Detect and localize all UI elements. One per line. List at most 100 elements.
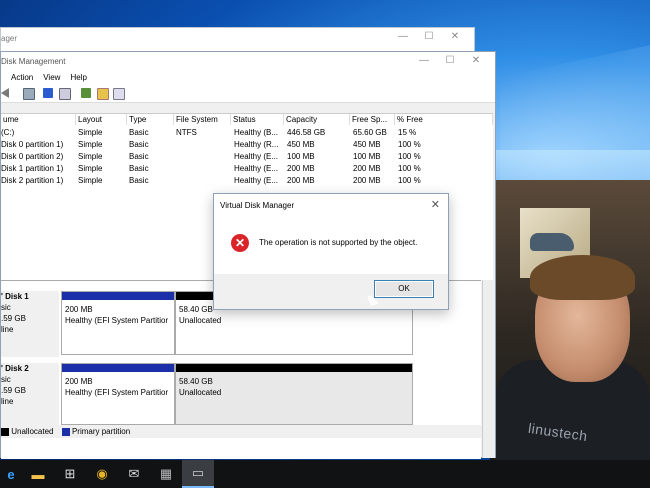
- dialog-message: The operation is not supported by the ob…: [259, 238, 418, 247]
- disk-management-icon[interactable]: ▭: [182, 460, 214, 488]
- maximize-button[interactable]: ☐: [416, 30, 442, 44]
- menu-view[interactable]: View: [43, 73, 60, 82]
- presenter-hair: [530, 255, 635, 300]
- partition-status: Healthy (EFI System Partitior: [65, 388, 169, 397]
- forward-icon[interactable]: [1, 88, 9, 98]
- column-header-volume[interactable]: ume: [1, 114, 76, 125]
- view-icon[interactable]: [59, 88, 71, 100]
- status-cell: Healthy (E...: [234, 164, 279, 173]
- dialog-footer: OK: [214, 274, 448, 309]
- check-icon[interactable]: [97, 88, 109, 100]
- legend-primary: Primary partition: [71, 427, 131, 436]
- partition-unallocated[interactable]: 58.40 GB Unallocated: [175, 363, 413, 425]
- menu-action[interactable]: Action: [11, 73, 33, 82]
- legend: Unallocated Primary partition: [1, 425, 481, 438]
- dialog-title: Virtual Disk Manager: [220, 201, 295, 210]
- minimize-button[interactable]: —: [411, 54, 437, 68]
- help-icon[interactable]: [43, 88, 53, 98]
- column-header-status[interactable]: Status: [231, 114, 284, 125]
- capacity-cell: 446.58 GB: [287, 128, 326, 137]
- close-button[interactable]: ✕: [463, 54, 489, 68]
- volume-cell: Disk 0 partition 2): [1, 152, 64, 161]
- partition-size: 200 MB: [65, 377, 93, 386]
- status-cell: Healthy (B...: [234, 128, 279, 137]
- layout-cell: Simple: [78, 164, 103, 173]
- layout-cell: Simple: [78, 140, 103, 149]
- toolbar: [1, 84, 495, 103]
- store-icon[interactable]: ⊞: [54, 460, 86, 488]
- type-cell: Basic: [129, 176, 149, 185]
- window-title: ager: [1, 34, 18, 43]
- disk-status: line: [1, 397, 14, 406]
- list-icon[interactable]: [113, 88, 125, 100]
- disk-size: .59 GB: [1, 314, 26, 323]
- partition-status: Unallocated: [179, 316, 222, 325]
- capacity-cell: 200 MB: [287, 164, 315, 173]
- connect-icon[interactable]: [81, 88, 91, 98]
- menu-bar: Action View Help: [1, 70, 495, 84]
- disk-status: line: [1, 325, 14, 334]
- status-cell: Healthy (R...: [234, 140, 279, 149]
- maximize-button[interactable]: ☐: [437, 54, 463, 68]
- free-space-cell: 450 MB: [353, 140, 381, 149]
- disk-name: ' Disk 1: [1, 292, 29, 301]
- layout-cell: Simple: [78, 128, 103, 137]
- percent-free-cell: 100 %: [398, 176, 421, 185]
- table-row[interactable]: (C:) Simple Basic NTFS Healthy (B... 446…: [1, 127, 493, 138]
- capacity-cell: 450 MB: [287, 140, 315, 149]
- free-space-cell: 200 MB: [353, 176, 381, 185]
- ok-button[interactable]: OK: [374, 280, 434, 298]
- column-header-free-space[interactable]: Free Sp...: [350, 114, 395, 125]
- table-row[interactable]: Disk 0 partition 1) Simple Basic Healthy…: [1, 139, 493, 150]
- table-row[interactable]: Disk 2 partition 1) Simple Basic Healthy…: [1, 175, 493, 186]
- minimize-button[interactable]: —: [390, 30, 416, 44]
- volume-cell: Disk 1 partition 1): [1, 164, 64, 173]
- chrome-icon[interactable]: ◉: [86, 460, 118, 488]
- server-manager-icon[interactable]: ▦: [150, 460, 182, 488]
- percent-free-cell: 100 %: [398, 152, 421, 161]
- disk-size: .59 GB: [1, 386, 26, 395]
- column-header-percent-free[interactable]: % Free: [395, 114, 493, 125]
- column-header-file-system[interactable]: File System: [174, 114, 231, 125]
- partition-size: 200 MB: [65, 305, 93, 314]
- type-cell: Basic: [129, 164, 149, 173]
- disk-type: sic: [1, 375, 11, 384]
- disk-label[interactable]: ' Disk 2 sic .59 GB line: [1, 363, 59, 429]
- partition-status: Unallocated: [179, 388, 222, 397]
- free-space-cell: 200 MB: [353, 164, 381, 173]
- disk-label[interactable]: ' Disk 1 sic .59 GB line: [1, 291, 59, 357]
- partition-size: 58.40 GB: [179, 377, 213, 386]
- status-cell: Healthy (E...: [234, 176, 279, 185]
- unallocated-swatch: [1, 427, 9, 436]
- status-cell: Healthy (E...: [234, 152, 279, 161]
- table-row[interactable]: Disk 1 partition 1) Simple Basic Healthy…: [1, 163, 493, 174]
- layout-cell: Simple: [78, 176, 103, 185]
- percent-free-cell: 100 %: [398, 164, 421, 173]
- edge-icon[interactable]: e: [0, 460, 22, 488]
- properties-icon[interactable]: [23, 88, 35, 100]
- column-header-capacity[interactable]: Capacity: [284, 114, 350, 125]
- capacity-cell: 200 MB: [287, 176, 315, 185]
- type-cell: Basic: [129, 128, 149, 137]
- file-explorer-icon[interactable]: ▬: [22, 460, 54, 488]
- column-header-layout[interactable]: Layout: [76, 114, 127, 125]
- free-space-cell: 100 MB: [353, 152, 381, 161]
- volume-cell: Disk 2 partition 1): [1, 176, 64, 185]
- disk-type: sic: [1, 303, 11, 312]
- column-header-type[interactable]: Type: [127, 114, 174, 125]
- primary-swatch: [61, 427, 70, 436]
- layout-cell: Simple: [78, 152, 103, 161]
- capacity-cell: 100 MB: [287, 152, 315, 161]
- title-bar[interactable]: Disk Management — ☐ ✕: [1, 52, 495, 70]
- table-row[interactable]: Disk 0 partition 2) Simple Basic Healthy…: [1, 151, 493, 162]
- disk-name: ' Disk 2: [1, 364, 29, 373]
- partition-efi[interactable]: 200 MB Healthy (EFI System Partitior: [61, 363, 175, 425]
- menu-help[interactable]: Help: [70, 73, 86, 82]
- mail-icon[interactable]: ✉: [118, 460, 150, 488]
- close-button[interactable]: ✕: [442, 30, 468, 44]
- close-icon[interactable]: ✕: [431, 198, 440, 211]
- partition-efi[interactable]: 200 MB Healthy (EFI System Partitior: [61, 291, 175, 355]
- scrollbar[interactable]: [482, 280, 495, 458]
- error-dialog[interactable]: Virtual Disk Manager ✕ ✕ The operation i…: [213, 193, 449, 310]
- window-title: Disk Management: [1, 57, 66, 66]
